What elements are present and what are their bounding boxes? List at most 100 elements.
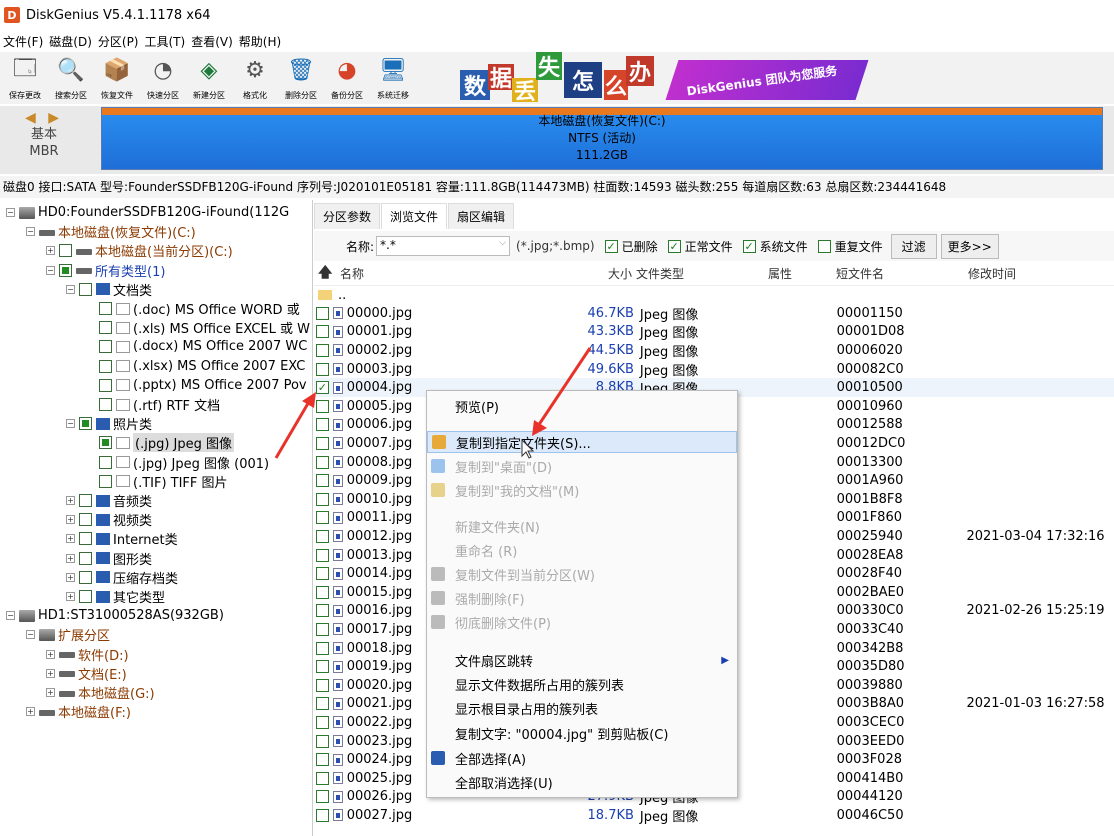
file-checkbox[interactable] (316, 511, 329, 525)
toolbar-button-6[interactable]: 🗑 删除分区 (278, 52, 324, 104)
filter-button[interactable]: 过滤 (890, 233, 937, 259)
toolbar-button-0[interactable]: 🗔 保存更改 (2, 52, 48, 104)
tree-checkbox[interactable] (79, 417, 92, 431)
expand-toggle-icon[interactable]: − (26, 227, 35, 237)
col-type[interactable]: 文件类型 (636, 265, 768, 282)
file-checkbox[interactable] (316, 808, 329, 822)
tree-node[interactable]: + 压缩存档类 (66, 568, 178, 587)
file-row[interactable]: 00003.jpg 49.6KB Jpeg 图像 000082C0 (314, 360, 1114, 379)
expand-toggle-icon[interactable]: + (66, 534, 75, 544)
tree-node[interactable]: − 本地磁盘(恢复文件)(C:) (26, 222, 196, 241)
file-checkbox[interactable] (316, 771, 329, 785)
tree-node[interactable]: − 照片类 (66, 414, 152, 433)
file-checkbox[interactable] (316, 715, 329, 729)
col-short-name[interactable]: 短文件名 (836, 265, 968, 282)
file-row[interactable]: 00002.jpg 44.5KB Jpeg 图像 00006020 (314, 341, 1114, 360)
toolbar-button-5[interactable]: ⚙ 格式化 (232, 52, 278, 104)
expand-toggle-icon[interactable]: + (66, 592, 75, 601)
file-checkbox[interactable] (316, 436, 329, 450)
tree-checkbox[interactable] (79, 551, 92, 565)
tree-node[interactable]: (.doc) MS Office WORD 或 (86, 299, 300, 318)
menu-item-5[interactable]: 帮助(H) (236, 33, 284, 50)
file-row[interactable]: 00000.jpg 46.7KB Jpeg 图像 00001150 (314, 304, 1114, 323)
tree-checkbox[interactable] (99, 378, 112, 392)
file-checkbox[interactable] (316, 790, 329, 804)
context-menu-item[interactable]: 复制到指定文件夹(S)... (427, 431, 737, 453)
checkbox[interactable] (667, 239, 681, 253)
file-checkbox[interactable] (316, 567, 329, 581)
file-checkbox[interactable] (316, 343, 329, 357)
tree-checkbox[interactable] (99, 436, 112, 450)
file-checkbox[interactable] (316, 622, 329, 636)
tree-checkbox[interactable] (79, 282, 92, 296)
tree-node[interactable]: (.jpg) Jpeg 图像 (86, 433, 234, 453)
tree-checkbox[interactable] (79, 513, 92, 527)
tab-2[interactable]: 扇区编辑 (448, 203, 515, 229)
expand-toggle-icon[interactable]: − (66, 284, 75, 294)
filter-check-0[interactable]: 已删除 (604, 238, 658, 255)
file-checkbox[interactable] (316, 362, 329, 376)
file-checkbox[interactable] (316, 399, 329, 413)
context-menu-item[interactable]: 预览(P) (427, 395, 737, 417)
expand-toggle-icon[interactable]: + (46, 688, 55, 697)
tree-checkbox[interactable] (99, 321, 112, 335)
context-menu-item[interactable]: 复制文件到当前分区(W) (427, 563, 737, 585)
tree-checkbox[interactable] (99, 302, 112, 315)
file-checkbox[interactable] (316, 585, 329, 599)
tree-checkbox[interactable] (79, 494, 92, 507)
col-name[interactable]: 名称 (340, 265, 578, 282)
up-folder-icon[interactable]: 🡅 (314, 262, 340, 286)
tree-node[interactable]: (.xls) MS Office EXCEL 或 W (86, 318, 310, 337)
file-checkbox[interactable] (316, 455, 329, 469)
tree-node[interactable]: − 扩展分区 (26, 625, 110, 644)
menu-item-2[interactable]: 分区(P) (95, 33, 142, 50)
expand-toggle-icon[interactable]: − (66, 419, 75, 429)
expand-toggle-icon[interactable]: + (46, 246, 55, 256)
tree-node[interactable]: (.xlsx) MS Office 2007 EXC (86, 357, 305, 376)
context-menu-item[interactable]: 重命名 (R) (427, 539, 737, 561)
file-checkbox[interactable] (316, 697, 329, 711)
expand-toggle-icon[interactable]: + (66, 553, 75, 563)
tab-0[interactable]: 分区参数 (314, 203, 381, 229)
file-checkbox[interactable] (316, 548, 329, 562)
file-checkbox[interactable] (316, 492, 329, 506)
col-size[interactable]: 大小 (578, 265, 636, 282)
file-checkbox[interactable] (316, 306, 329, 320)
toolbar-button-8[interactable]: 🖥 系统迁移 (370, 52, 416, 104)
tree-node[interactable]: + 本地磁盘(G:) (46, 683, 155, 702)
tree-node[interactable]: + 音频类 (66, 491, 152, 510)
toolbar-button-4[interactable]: ◈ 新建分区 (186, 52, 232, 104)
tab-1[interactable]: 浏览文件 (381, 203, 448, 229)
context-menu-item[interactable]: 显示文件数据所占用的簇列表 (427, 673, 737, 695)
tree-node[interactable]: + 文档(E:) (46, 664, 127, 683)
menu-item-4[interactable]: 查看(V) (188, 33, 236, 50)
context-menu-item[interactable]: 复制到"我的文档"(M) (427, 479, 737, 501)
menu-item-0[interactable]: 文件(F) (0, 33, 46, 50)
expand-toggle-icon[interactable]: + (66, 515, 75, 525)
tree-node[interactable]: − HD1:ST31000528AS(932GB) (6, 606, 224, 625)
col-modified[interactable]: 修改时间 (968, 265, 1088, 282)
expand-toggle-icon[interactable]: − (6, 611, 15, 621)
context-menu-item[interactable]: 彻底删除文件(P) (427, 611, 737, 633)
toolbar-button-2[interactable]: 📦 恢复文件 (94, 52, 140, 104)
checkbox[interactable] (604, 239, 618, 253)
tree-node[interactable]: + 本地磁盘(F:) (26, 702, 131, 721)
file-checkbox[interactable] (316, 734, 329, 748)
tree-checkbox[interactable] (59, 244, 72, 258)
tree-checkbox[interactable] (99, 359, 112, 373)
tree-node[interactable]: (.pptx) MS Office 2007 Pov (86, 376, 307, 395)
expand-toggle-icon[interactable]: + (46, 668, 55, 678)
tree-checkbox[interactable] (79, 570, 92, 584)
tree-node[interactable]: − 文档类 (66, 280, 152, 299)
promo-banner[interactable]: DiskGenius 团队为您服务 数据丢失怎么办 (460, 52, 870, 104)
filter-check-3[interactable]: 重复文件 (817, 238, 883, 255)
tree-checkbox[interactable] (59, 263, 72, 277)
filter-check-1[interactable]: 正常文件 (667, 238, 733, 255)
expand-toggle-icon[interactable]: − (6, 208, 15, 217)
context-menu-item[interactable]: 新建文件夹(N) (427, 515, 737, 537)
tree-node[interactable]: (.rtf) RTF 文档 (86, 395, 220, 414)
tree-node[interactable]: + 其它类型 (66, 587, 165, 606)
expand-toggle-icon[interactable]: + (66, 572, 75, 582)
tree-checkbox[interactable] (79, 532, 92, 546)
file-row[interactable]: 00027.jpg 18.7KB Jpeg 图像 00046C50 (314, 806, 1114, 825)
